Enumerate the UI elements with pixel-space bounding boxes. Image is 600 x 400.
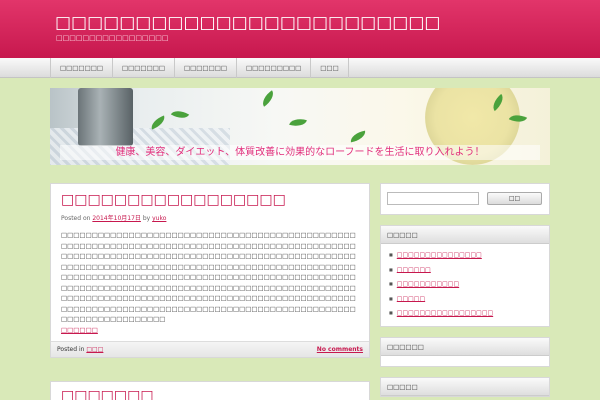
widget-link[interactable]: □□□□□□□□□□□□□□□□□ — [397, 310, 493, 317]
author-link[interactable]: yuko — [152, 215, 166, 222]
banner-mint-leaf — [349, 130, 367, 143]
banner-tea-tin — [78, 88, 133, 146]
banner-tagline: 健康、美容、ダイエット、体質改善に効果的なローフードを生活に取り入れよう！ — [60, 145, 540, 160]
post-title[interactable]: □□□□□□□ — [61, 386, 154, 400]
header-banner-image: 健康、美容、ダイエット、体質改善に効果的なローフードを生活に取り入れよう！ — [50, 88, 550, 165]
nav-item-3[interactable]: □□□□□□□ — [175, 58, 237, 78]
nav-item-1[interactable]: □□□□□□□ — [51, 58, 113, 78]
nav-item-4[interactable]: □□□□□□□□□ — [237, 58, 312, 78]
main-content: □□□□□□□□□□□□□□□□□ Posted on 2014年10月17日 … — [50, 183, 370, 358]
post-card: □□□□□□□ — [50, 381, 370, 400]
search-input[interactable] — [387, 192, 479, 205]
site-header: □□□□□□□□□□□□□□□□□□□□□□□□ □□□□□□□□□□□□□□□… — [0, 0, 600, 58]
widget-link[interactable]: □□□□□□ — [397, 266, 431, 273]
post-title[interactable]: □□□□□□□□□□□□□□□□□ — [61, 190, 359, 210]
posted-on-label: Posted on — [61, 215, 91, 222]
sidebar: □□ □□□□□ □□□□□□□□□□□□□□□ □□□□□□ □□□□□□□□… — [380, 183, 550, 400]
list-item: □□□□□□□□□□□ — [389, 277, 543, 292]
search-button[interactable]: □□ — [487, 192, 542, 205]
banner-mint-leaf — [170, 106, 190, 123]
nav-item-2[interactable]: □□□□□□□ — [113, 58, 175, 78]
list-item: □□□□□ — [389, 292, 543, 307]
post-card: □□□□□□□□□□□□□□□□□ Posted on 2014年10月17日 … — [50, 183, 370, 358]
posted-in-label: Posted in — [57, 345, 85, 353]
by-label: by — [142, 215, 151, 222]
post-date-link[interactable]: 2014年10月17日 — [92, 215, 141, 222]
list-item: □□□□□□□□□□□□□□□ — [389, 248, 543, 263]
category-link[interactable]: □□□ — [86, 346, 103, 353]
comments-link[interactable]: No comments — [317, 346, 363, 353]
search-widget: □□ — [380, 183, 550, 215]
main-nav: □□□□□□□ □□□□□□□ □□□□□□□ □□□□□□□□□ □□□ — [0, 58, 600, 78]
archives-widget: □□□□□ — [380, 376, 550, 397]
nav-item-5[interactable]: □□□ — [311, 58, 349, 78]
banner-mint-leaf — [289, 116, 307, 129]
banner-mint-leaf — [258, 90, 278, 107]
list-item: □□□□□□ — [389, 263, 543, 278]
widget-title: □□□□□ — [381, 377, 549, 396]
site-title[interactable]: □□□□□□□□□□□□□□□□□□□□□□□□ — [55, 13, 441, 33]
site-description: □□□□□□□□□□□□□□□□□ — [56, 34, 169, 42]
widget-list: □□□□□□□□□□□□□□□ □□□□□□ □□□□□□□□□□□ □□□□□… — [381, 244, 549, 326]
widget-title: □□□□□ — [381, 226, 549, 244]
recent-comments-widget: □□□□□□ — [380, 336, 550, 367]
post-meta: Posted on 2014年10月17日 by yuko — [61, 213, 359, 222]
recent-posts-widget: □□□□□ □□□□□□□□□□□□□□□ □□□□□□ □□□□□□□□□□□… — [380, 225, 550, 327]
widget-title: □□□□□□ — [381, 337, 549, 356]
post-footer: Posted in □□□ No comments — [51, 340, 369, 357]
list-item: □□□□□□□□□□□□□□□□□ — [389, 306, 543, 321]
widget-link[interactable]: □□□□□□□□□□□ — [397, 281, 459, 288]
post-excerpt: □□□□□□□□□□□□□□□□□□□□□□□□□□□□□□□□□□□□□□□□… — [61, 231, 356, 323]
read-more-link[interactable]: □□□□□□ — [61, 326, 98, 334]
widget-link[interactable]: □□□□□□□□□□□□□□□ — [397, 252, 482, 259]
widget-link[interactable]: □□□□□ — [397, 295, 425, 302]
